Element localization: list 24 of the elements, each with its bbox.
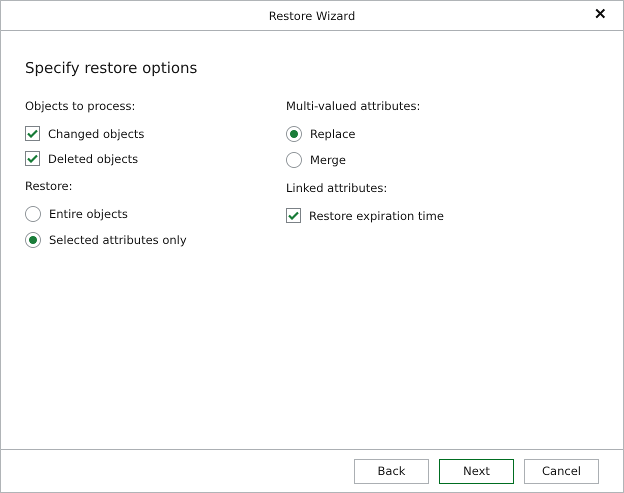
page-heading: Specify restore options bbox=[25, 59, 198, 77]
radio-label[interactable]: Replace bbox=[310, 127, 356, 141]
group-label: Objects to process: bbox=[25, 99, 136, 115]
dialog-button[interactable]: Back bbox=[354, 458, 429, 484]
dialog-button[interactable]: Cancel bbox=[524, 458, 599, 484]
group-label: Restore: bbox=[25, 179, 74, 195]
radio-label[interactable]: Merge bbox=[310, 153, 346, 167]
group-label: Linked attributes: bbox=[286, 181, 388, 197]
checkbox[interactable] bbox=[25, 126, 40, 141]
radio-label[interactable]: Selected attributes only bbox=[49, 233, 187, 247]
radio-button[interactable] bbox=[25, 232, 41, 248]
radio-button[interactable] bbox=[286, 152, 302, 168]
checkbox[interactable] bbox=[286, 208, 301, 223]
radio-button[interactable] bbox=[286, 126, 302, 142]
radio-button[interactable] bbox=[25, 206, 41, 222]
checkbox-label[interactable]: Restore expiration time bbox=[309, 208, 444, 222]
close-button[interactable]: ✕ bbox=[594, 6, 607, 24]
radio-label[interactable]: Entire objects bbox=[49, 207, 128, 221]
checkbox[interactable] bbox=[25, 151, 40, 166]
group-label: Multi-valued attributes: bbox=[286, 99, 422, 115]
window-title: Restore Wizard bbox=[268, 8, 356, 22]
checkbox-label[interactable]: Changed objects bbox=[48, 126, 144, 140]
checkbox-label[interactable]: Deleted objects bbox=[48, 152, 138, 166]
dialog-button[interactable]: Next bbox=[439, 458, 514, 484]
